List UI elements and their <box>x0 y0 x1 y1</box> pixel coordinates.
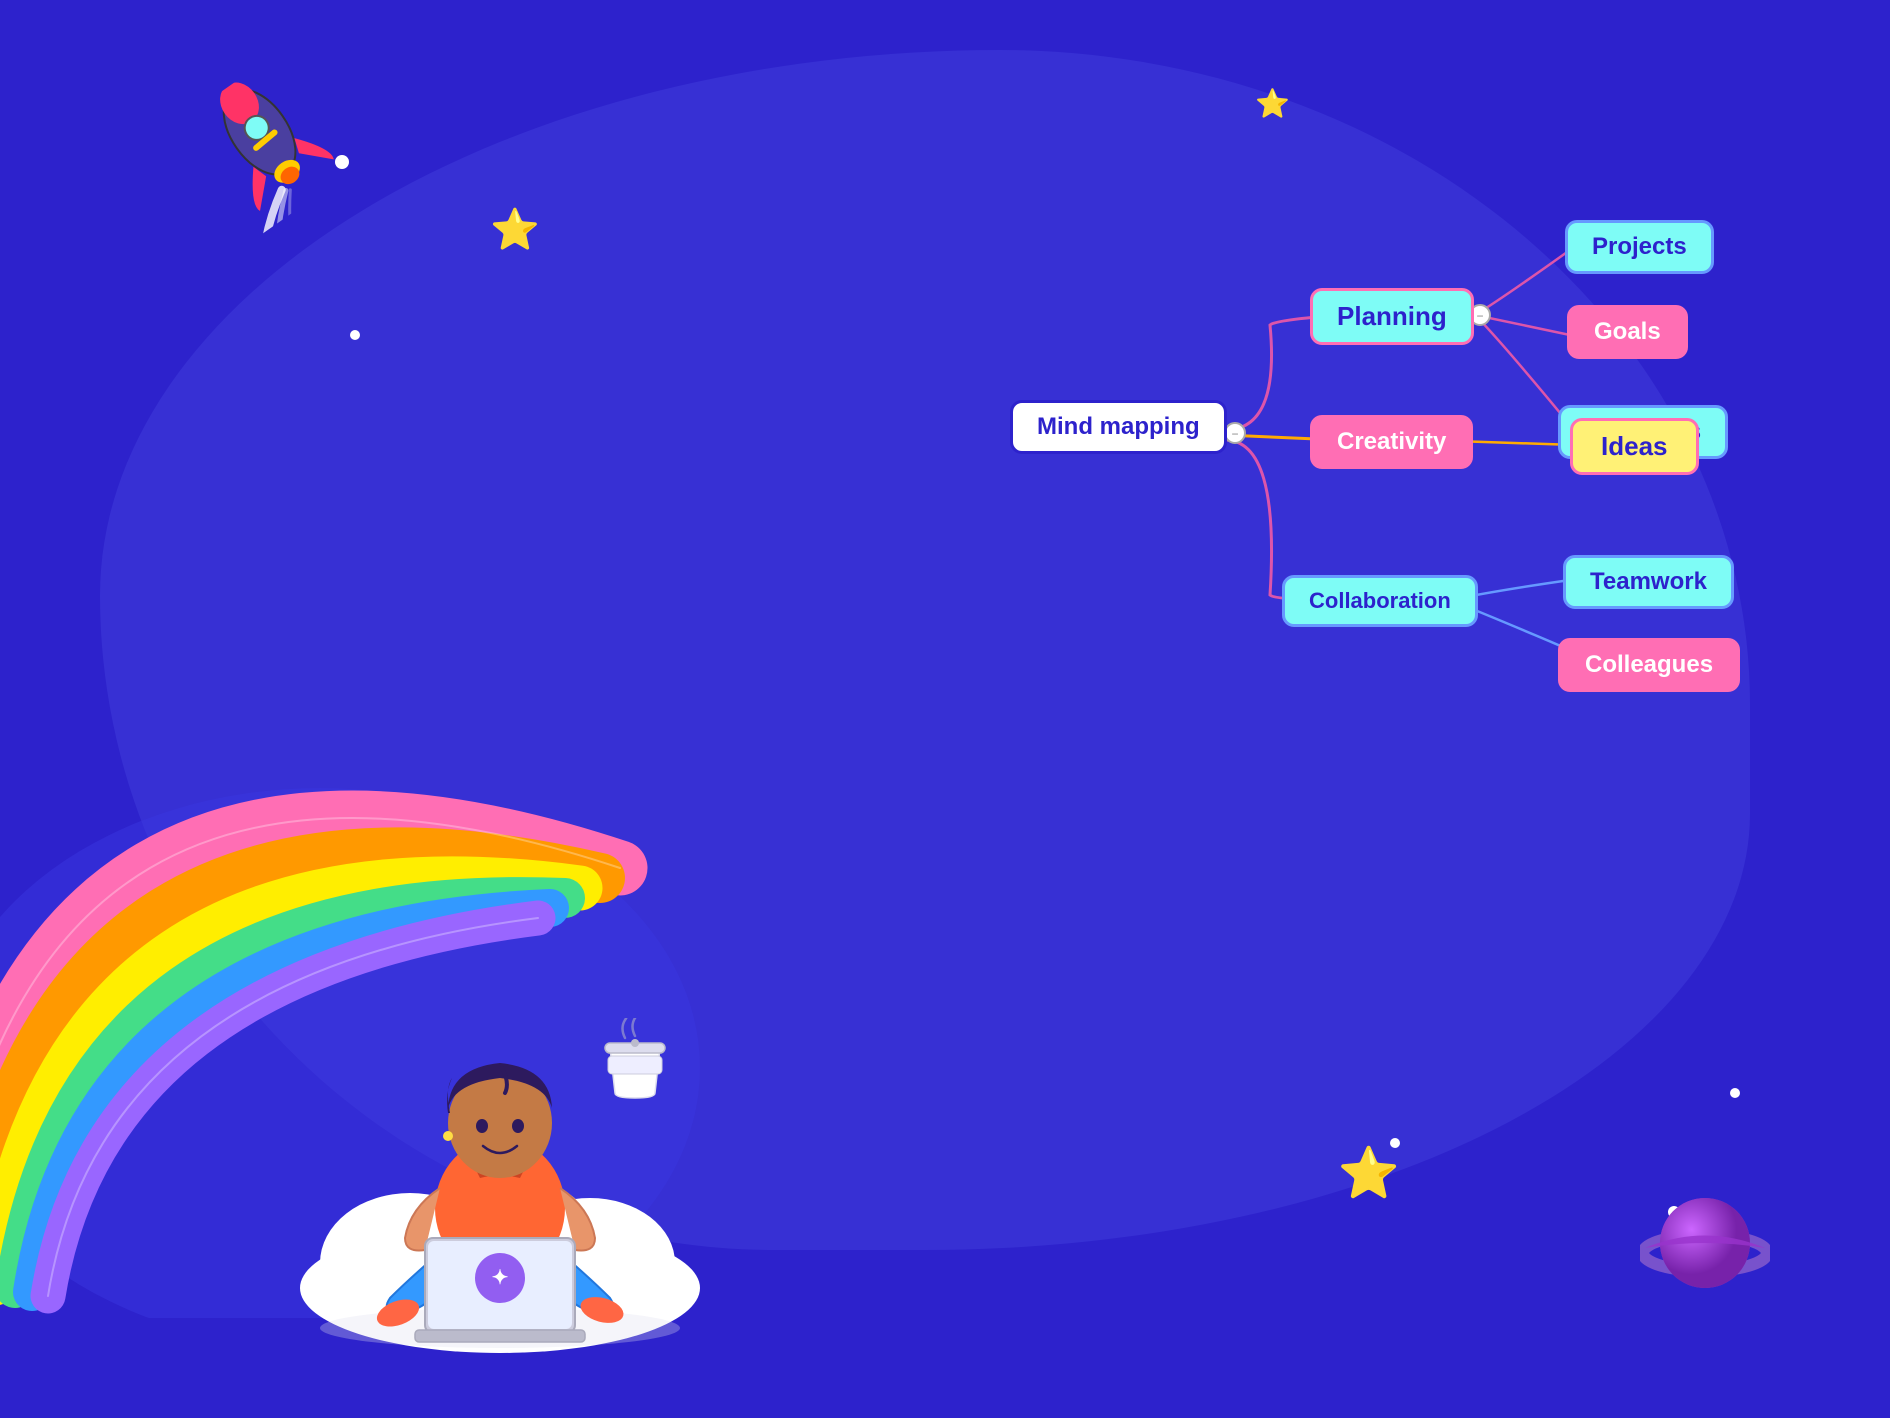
svg-text:−: − <box>1476 309 1483 323</box>
dot-decoration-2 <box>350 330 360 340</box>
node-creativity: Creativity <box>1310 415 1473 469</box>
node-planning: Planning <box>1310 288 1474 345</box>
person-scene: ✦ <box>250 868 750 1368</box>
dot-decoration-4 <box>1730 1088 1740 1098</box>
node-goals: Goals <box>1567 305 1688 359</box>
node-collaboration: Collaboration <box>1282 575 1478 627</box>
star-bottom: ⭐ <box>1338 1148 1400 1198</box>
star-top: ⭐ <box>490 210 540 250</box>
node-ideas: Ideas <box>1570 418 1699 475</box>
node-mind-mapping: Mind mapping <box>1010 400 1227 454</box>
rocket <box>154 47 365 253</box>
coffee-cup <box>600 1018 670 1108</box>
svg-text:−: − <box>1231 427 1238 441</box>
mindmap: − − − − Mind mapping Planning Creativity… <box>1010 140 1830 760</box>
svg-text:✦: ✦ <box>492 1267 509 1289</box>
node-teamwork: Teamwork <box>1563 555 1734 609</box>
planet <box>1640 1178 1770 1308</box>
node-colleagues: Colleagues <box>1558 638 1740 692</box>
node-projects: Projects <box>1565 220 1714 274</box>
star-small: ⭐ <box>1255 90 1290 118</box>
